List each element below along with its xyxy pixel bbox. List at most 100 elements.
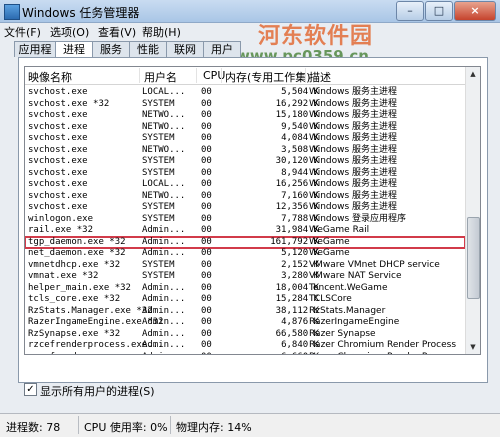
table-row[interactable]: RazerIngameEngine.exe *32 Admin... 00 4,876… bbox=[25, 317, 465, 329]
column-user-name[interactable]: 用户名 bbox=[144, 69, 177, 85]
cell-image-name: tcls_core.exe *32 bbox=[28, 294, 121, 304]
cell-cpu: 00 bbox=[201, 156, 212, 166]
cell-image-name: vmnat.exe *32 bbox=[28, 271, 99, 281]
cell-image-name: svchost.exe bbox=[28, 167, 88, 178]
cell-memory: 5,120 K bbox=[281, 248, 319, 258]
window-title: Windows 任务管理器 bbox=[22, 6, 140, 20]
process-list[interactable]: 映像名称 用户名 CPU 内存(专用工作集) 描述 svchost.exe LOC… bbox=[24, 66, 481, 355]
tab-users[interactable]: 用户 bbox=[203, 41, 241, 57]
tab-processes[interactable]: 进程 bbox=[55, 41, 93, 58]
cell-memory: 15,284 K bbox=[275, 294, 319, 304]
column-description[interactable]: 描述 bbox=[309, 69, 331, 85]
table-row[interactable]: net_daemon.exe *32 Admin... 00 5,120 K WeGam… bbox=[25, 248, 465, 260]
scroll-thumb[interactable] bbox=[467, 217, 480, 299]
table-row[interactable]: svchost.exe NETWO... 00 7,160 K Windows 服务主进… bbox=[25, 191, 465, 203]
cell-description: TCLSCore bbox=[309, 294, 352, 304]
cell-description: Windows 服务主进程 bbox=[309, 179, 398, 189]
cell-description: RzStats.Manager bbox=[309, 305, 386, 316]
cell-cpu: 00 bbox=[201, 213, 212, 224]
column-memory[interactable]: 内存(专用工作集) bbox=[225, 69, 311, 85]
cell-user-name: NETWO... bbox=[142, 190, 186, 201]
cell-cpu: 00 bbox=[201, 225, 212, 235]
cell-user-name: SYSTEM bbox=[142, 133, 175, 143]
cell-cpu: 00 bbox=[201, 121, 212, 132]
table-row[interactable]: svchost.exe SYSTEM 00 8,944 K Windows 服务主进程 bbox=[25, 168, 465, 180]
minimize-button[interactable]: – bbox=[396, 1, 424, 21]
menu-help[interactable]: 帮助(H) bbox=[142, 24, 181, 40]
table-row[interactable]: svchost.exe NETWO... 00 9,540 K Windows 服务主进… bbox=[25, 122, 465, 134]
status-cpu-usage: CPU 使用率: 0% bbox=[84, 421, 168, 434]
table-row[interactable]: svchost.exe LOCAL... 00 5,504 K Windows 服务主进… bbox=[25, 87, 465, 99]
menu-file[interactable]: 文件(F) bbox=[4, 24, 41, 40]
cell-memory: 16,256 K bbox=[275, 179, 319, 189]
status-bar: 进程数: 78 CPU 使用率: 0% 物理内存: 14% bbox=[0, 413, 500, 437]
cell-cpu: 00 bbox=[201, 259, 212, 270]
cell-image-name: svchost.exe bbox=[28, 110, 88, 120]
cell-user-name: Admin... bbox=[142, 294, 186, 304]
cell-description: Tencent.WeGame bbox=[309, 282, 388, 293]
tab-performance[interactable]: 性能 bbox=[129, 41, 167, 57]
table-row[interactable]: tcls_core.exe *32 Admin... 00 15,284 K TCLSC… bbox=[25, 294, 465, 306]
vertical-scrollbar[interactable]: ▲ ▼ bbox=[465, 67, 480, 354]
column-cpu[interactable]: CPU bbox=[203, 69, 225, 82]
cell-cpu: 00 bbox=[201, 190, 212, 201]
cell-memory: 161,792 K bbox=[270, 236, 319, 247]
table-row[interactable]: svchost.exe *32 SYSTEM 00 16,292 K Windows 服… bbox=[25, 99, 465, 111]
cell-user-name: SYSTEM bbox=[142, 98, 175, 109]
table-row-highlighted[interactable]: tgp_daemon.exe *32 Admin... 00 161,792 K WeG… bbox=[25, 235, 466, 249]
cell-user-name: SYSTEM bbox=[142, 213, 175, 224]
table-row[interactable]: RzStats.Manager.exe *32 Admin... 00 38,112 … bbox=[25, 306, 465, 318]
maximize-button[interactable]: □ bbox=[425, 1, 453, 21]
scroll-down-icon[interactable]: ▼ bbox=[466, 340, 480, 354]
cell-description: WeGame Rail bbox=[309, 225, 370, 235]
cell-image-name: RzSynapse.exe *32 bbox=[28, 328, 121, 339]
cell-image-name: svchost.exe bbox=[28, 190, 88, 201]
table-row[interactable]: svchost.exe NETWO... 00 15,180 K Windows 服务主… bbox=[25, 110, 465, 122]
table-row[interactable]: rzcefrenderprocess.exe...Admin...006,660… bbox=[25, 352, 465, 355]
cell-user-name: NETWO... bbox=[142, 121, 186, 132]
status-process-count: 进程数: 78 bbox=[6, 421, 61, 434]
table-row[interactable]: RzSynapse.exe *32 Admin... 00 66,580 K Razer… bbox=[25, 329, 465, 341]
table-row[interactable]: helper_main.exe *32 Admin... 00 18,004 K Ten… bbox=[25, 283, 465, 295]
scroll-up-icon[interactable]: ▲ bbox=[466, 67, 480, 81]
cell-memory: 5,504 K bbox=[281, 87, 319, 97]
cell-user-name: Admin... bbox=[142, 236, 186, 247]
cell-description: Windows 服务主进程 bbox=[309, 110, 398, 120]
table-row[interactable]: vmnat.exe *32 SYSTEM 00 3,280 K VMware NAT S… bbox=[25, 271, 465, 283]
status-memory: 物理内存: 14% bbox=[176, 421, 252, 434]
table-row[interactable]: svchost.exe SYSTEM 00 30,120 K Windows 服务主进程 bbox=[25, 156, 465, 168]
table-row[interactable]: rail.exe *32 Admin... 00 31,984 K WeGame Rai… bbox=[25, 225, 465, 237]
cell-cpu: 00 bbox=[201, 317, 212, 327]
cell-description: Windows 服务主进程 bbox=[309, 87, 398, 97]
tab-services[interactable]: 服务 bbox=[92, 41, 130, 57]
table-row[interactable]: svchost.exe SYSTEM 00 4,084 K Windows 服务主进程 bbox=[25, 133, 465, 145]
cell-memory: 15,180 K bbox=[275, 110, 319, 120]
cell-user-name: Admin... bbox=[142, 305, 186, 316]
list-header: 映像名称 用户名 CPU 内存(专用工作集) 描述 bbox=[25, 67, 465, 85]
cell-memory: 9,540 K bbox=[281, 121, 319, 132]
cell-memory: 3,508 K bbox=[281, 144, 319, 155]
table-row[interactable]: svchost.exe NETWO... 00 3,508 K Windows 服务主进… bbox=[25, 145, 465, 157]
menu-options[interactable]: 选项(O) bbox=[50, 24, 89, 40]
cell-user-name: Admin... bbox=[142, 282, 186, 293]
cell-user-name: NETWO... bbox=[142, 110, 186, 120]
cell-memory: 18,004 K bbox=[275, 282, 319, 293]
column-image-name[interactable]: 映像名称 bbox=[28, 69, 72, 85]
cell-cpu: 00 bbox=[201, 167, 212, 178]
table-row[interactable]: vmnetdhcp.exe *32 SYSTEM 00 2,152 K VMware V… bbox=[25, 260, 465, 272]
cell-description: Windows 服务主进程 bbox=[309, 98, 398, 109]
menu-view[interactable]: 查看(V) bbox=[98, 24, 136, 40]
table-row[interactable]: svchost.exe LOCAL... 00 16,256 K Windows 服务主… bbox=[25, 179, 465, 191]
tab-networking[interactable]: 联网 bbox=[166, 41, 204, 57]
tab-applications[interactable]: 应用程序 bbox=[14, 41, 56, 71]
cell-description: WeGame bbox=[309, 236, 350, 247]
close-button[interactable]: × bbox=[454, 1, 496, 21]
cell-description: Windows 服务主进程 bbox=[309, 167, 398, 178]
cell-memory: 2,152 K bbox=[281, 259, 319, 270]
show-all-label: 显示所有用户的进程(S) bbox=[40, 385, 155, 398]
show-all-checkbox[interactable]: ✓ bbox=[24, 383, 37, 396]
table-row[interactable]: winlogon.exe SYSTEM 00 7,788 K Windows 登录应用程… bbox=[25, 214, 465, 226]
table-row[interactable]: rzcefrenderprocess.exe... Admin... 00 6,840… bbox=[25, 340, 465, 352]
table-row[interactable]: svchost.exe SYSTEM 00 12,356 K Windows 服务主进程 bbox=[25, 202, 465, 214]
cell-user-name: SYSTEM bbox=[142, 167, 175, 178]
